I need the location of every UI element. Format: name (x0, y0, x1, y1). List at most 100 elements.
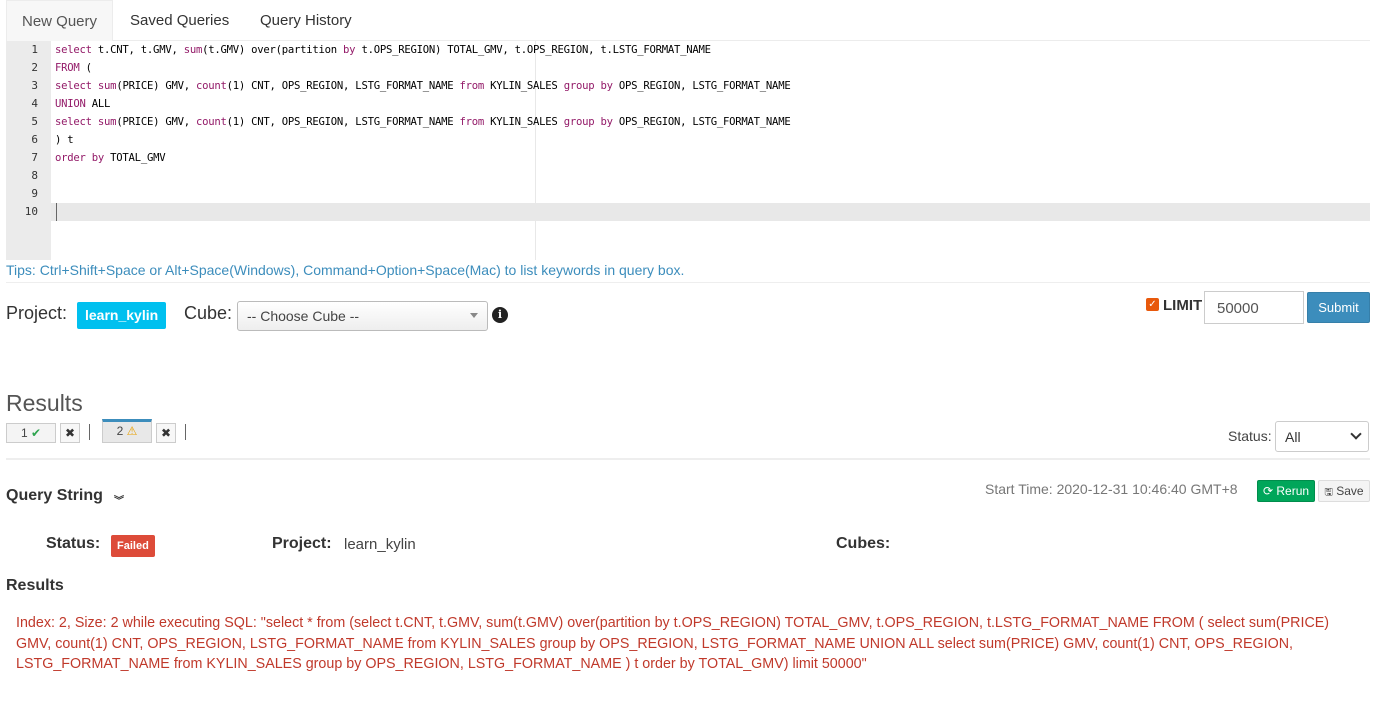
result-tab-label: 1 (20, 426, 28, 440)
limit-label: LIMIT (1163, 297, 1203, 314)
sql-text: (t.GMV) over(partition (202, 44, 344, 56)
code-line: select sum(PRICE) GMV, count(1) CNT, OPS… (55, 77, 791, 95)
status-field-label: Status: (46, 535, 101, 552)
code-line: FROM ( (55, 59, 92, 77)
cubes-field-label: Cubes: (836, 535, 891, 552)
sql-text: (PRICE) GMV, (116, 116, 196, 128)
project-field-label: Project: (272, 535, 332, 552)
sql-text: t.CNT, t.GMV, (91, 44, 184, 56)
sql-keyword: select (55, 80, 92, 92)
sql-keyword: sum (97, 80, 117, 92)
line-number: 3 (31, 79, 38, 92)
cube-select[interactable]: -- Choose Cube -- (237, 301, 488, 331)
sql-text: ALL (85, 98, 111, 110)
line-number: 10 (24, 205, 38, 218)
code-line: order by TOTAL_GMV (55, 149, 166, 167)
cube-label: Cube: (184, 303, 233, 323)
rerun-label: Rerun (1276, 484, 1310, 498)
save-label: Save (1336, 484, 1364, 498)
sql-text: OPS_REGION, LSTG_FORMAT_NAME (612, 116, 791, 128)
sql-keyword: order (55, 152, 86, 164)
project-label: Project: (6, 303, 68, 323)
code-line: ) t (55, 131, 74, 149)
sql-keyword: count (195, 116, 227, 128)
project-badge[interactable]: learn_kylin (77, 302, 167, 329)
sql-text: KYLIN_SALES (484, 80, 564, 92)
check-icon: ✔ (30, 426, 42, 440)
tab-query-history[interactable]: Query History (245, 0, 367, 41)
limit-checkbox[interactable]: ✓ (1146, 298, 1159, 311)
status-filter-value: All (1285, 429, 1301, 445)
keyboard-tips: Tips: Ctrl+Shift+Space or Alt+Space(Wind… (6, 262, 685, 278)
sql-text: ( (79, 62, 92, 74)
status-filter-select[interactable]: All (1275, 421, 1369, 452)
sql-text: OPS_REGION, LSTG_FORMAT_NAME (612, 80, 791, 92)
code-line: select t.CNT, t.GMV, sum(t.GMV) over(par… (55, 41, 711, 59)
status-badge: Failed (111, 535, 155, 557)
tab-saved-queries[interactable]: Saved Queries (115, 0, 244, 41)
sql-text: t.OPS_REGION) TOTAL_GMV, t.OPS_REGION, t… (355, 44, 711, 56)
refresh-icon: ⟳ (1262, 484, 1274, 498)
sql-keyword: FROM (55, 62, 80, 74)
divider (6, 282, 1370, 283)
sql-keyword: count (195, 80, 227, 92)
checkmark-icon: ✓ (1148, 299, 1157, 310)
results-subtitle: Results (6, 577, 64, 594)
sql-keyword: sum (183, 44, 203, 56)
line-number: 8 (31, 169, 38, 182)
active-line-highlight (6, 203, 1370, 221)
results-title: Results (6, 390, 83, 416)
sql-keyword: from (459, 116, 485, 128)
close-icon[interactable]: ✖ (156, 423, 176, 443)
line-number: 5 (31, 115, 38, 128)
sql-keyword: group (563, 116, 595, 128)
close-icon[interactable]: ✖ (60, 423, 80, 443)
start-time: Start Time: 2020-12-31 10:46:40 GMT+8 (985, 481, 1238, 497)
line-number: 6 (31, 133, 38, 146)
sql-keyword: select (55, 44, 92, 56)
error-message: Index: 2, Size: 2 while executing SQL: "… (16, 615, 1330, 672)
code-line: UNION ALL (55, 95, 110, 113)
text-cursor (56, 203, 57, 221)
sql-keyword: by (91, 152, 105, 164)
tab-separator (185, 424, 186, 440)
sql-keyword: from (459, 80, 485, 92)
limit-input[interactable]: 50000 (1204, 291, 1304, 324)
divider (6, 458, 1370, 460)
status-filter-label: Status: (1228, 428, 1272, 444)
sql-keyword: group (563, 80, 595, 92)
info-icon[interactable]: i (492, 307, 508, 323)
line-number: 4 (31, 97, 38, 110)
chevron-down-icon (1350, 428, 1362, 440)
sql-keyword: by (600, 80, 613, 92)
result-tab-label: 2 (116, 424, 124, 438)
sql-keyword: UNION (55, 98, 86, 110)
sql-text: KYLIN_SALES (484, 116, 564, 128)
floppy-icon: 🖫 (1324, 487, 1333, 498)
warning-icon: ⚠ (126, 424, 138, 438)
project-field-value: learn_kylin (344, 536, 416, 553)
result-tab-1[interactable]: 1 ✔ (6, 423, 56, 443)
caret-down-icon (470, 313, 478, 318)
sql-keyword: select (55, 116, 92, 128)
sql-editor[interactable]: 1 2 3 4 5 6 7 8 9 10 select t.CNT, t.GMV, sum(t.G… (6, 41, 1370, 260)
save-button[interactable]: 🖫 Save (1318, 480, 1370, 502)
rerun-button[interactable]: ⟳ Rerun (1257, 480, 1315, 502)
sql-text: TOTAL_GMV (104, 152, 166, 164)
line-number: 7 (31, 151, 38, 164)
double-chevron-down-icon[interactable]: ︾ (114, 492, 124, 507)
sql-keyword: sum (97, 116, 117, 128)
line-number: 1 (31, 43, 38, 56)
cube-select-value: -- Choose Cube -- (247, 308, 360, 324)
submit-button[interactable]: Submit (1307, 292, 1370, 323)
result-tab-2[interactable]: 2 ⚠ (102, 419, 152, 443)
code-line: select sum(PRICE) GMV, count(1) CNT, OPS… (55, 113, 791, 131)
tab-new-query[interactable]: New Query (6, 0, 114, 41)
query-string-toggle[interactable]: Query String (6, 487, 103, 505)
sql-text: (1) CNT, OPS_REGION, LSTG_FORMAT_NAME (226, 116, 460, 128)
sql-keyword: by (600, 116, 613, 128)
sql-keyword: by (343, 44, 356, 56)
line-number: 9 (31, 187, 38, 200)
sql-text: (1) CNT, OPS_REGION, LSTG_FORMAT_NAME (226, 80, 460, 92)
print-margin (535, 41, 536, 260)
